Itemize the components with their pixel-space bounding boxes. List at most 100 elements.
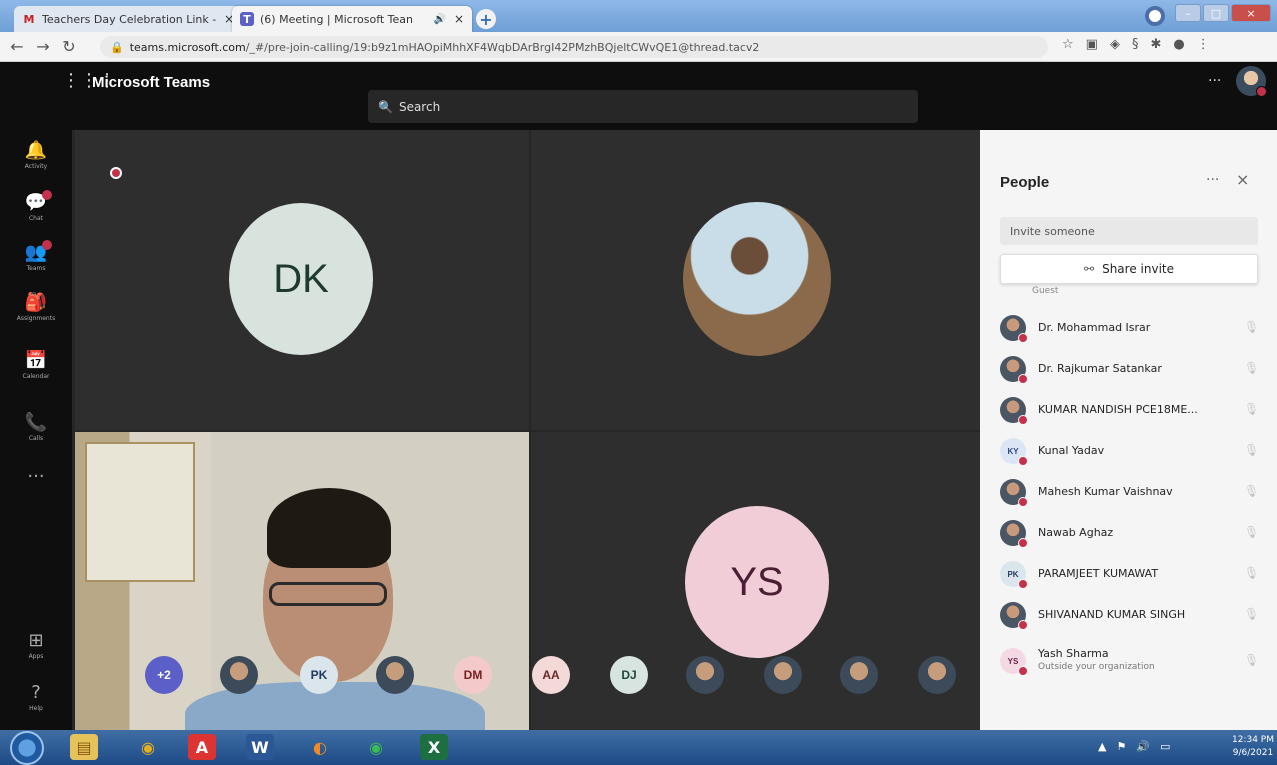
participant-avatar[interactable]	[840, 656, 878, 694]
notification-badge	[42, 190, 52, 200]
new-tab-button[interactable]: +	[476, 9, 496, 29]
calendar-icon: 📅	[24, 350, 48, 371]
panel-more-button[interactable]: ···	[1206, 172, 1219, 188]
avatar	[1000, 479, 1028, 507]
rail-item[interactable]: 📅 Calendar	[0, 350, 72, 380]
taskbar-clock[interactable]: 12:34 PM 9/6/2021	[1232, 734, 1274, 760]
volume-icon[interactable]: 🔊	[1136, 740, 1150, 753]
chrome-icon[interactable]: ◉	[362, 734, 390, 760]
screen: M Teachers Day Celebration Link - | × T …	[0, 0, 1277, 765]
participant-avatar[interactable]: AA	[532, 656, 570, 694]
extension-icon[interactable]: §	[1132, 37, 1139, 52]
participant-photo-avatar	[683, 202, 831, 356]
mic-muted-icon[interactable]: 🎙	[1244, 484, 1259, 498]
url-input[interactable]: 🔒 teams.microsoft.com /_#/pre-join-calli…	[100, 36, 1048, 58]
mic-muted-icon[interactable]: 🎙	[1244, 607, 1259, 621]
list-item[interactable]: KY Kunal Yadav 🎙	[980, 430, 1277, 470]
explorer-icon[interactable]: ▤	[70, 734, 98, 760]
flag-icon[interactable]: ⚑	[1116, 740, 1126, 753]
tab-gmail[interactable]: M Teachers Day Celebration Link - | ×	[14, 6, 242, 32]
participant-name: Kunal Yadav	[1038, 444, 1105, 457]
minimize-button[interactable]: –	[1175, 4, 1201, 22]
avatar[interactable]: ●	[1173, 37, 1184, 52]
forward-icon[interactable]: →	[30, 37, 56, 56]
network-icon[interactable]: ▭	[1160, 740, 1170, 753]
rail-item[interactable]: 📞 Calls	[0, 412, 72, 442]
back-icon[interactable]: ←	[4, 37, 30, 56]
firefox-icon[interactable]: ◐	[306, 734, 334, 760]
rail-item[interactable]: 🔔 Activity	[0, 140, 72, 170]
speaker-icon[interactable]: 🔊	[433, 14, 445, 25]
invite-input[interactable]: Invite someone	[1000, 217, 1258, 245]
list-item[interactable]: Dr. Mohammad Israr 🎙	[980, 307, 1277, 347]
search-input[interactable]: 🔍 Search	[368, 90, 918, 123]
rail-item[interactable]: 💬 Chat	[0, 190, 72, 222]
extension-icon[interactable]: ◈	[1110, 37, 1120, 52]
extension-icon[interactable]: ▣	[1086, 37, 1098, 52]
participant-avatar[interactable]	[764, 656, 802, 694]
mic-muted-icon[interactable]: 🎙	[1244, 361, 1259, 375]
panel-close-button[interactable]: ×	[1236, 170, 1249, 189]
rail-item[interactable]: 🎒 Assignments	[0, 292, 72, 322]
participant-avatar[interactable]	[918, 656, 956, 694]
header-more-button[interactable]: ···	[1208, 73, 1221, 89]
list-item[interactable]: Nawab Aghaz 🎙	[980, 512, 1277, 552]
participant-avatar[interactable]: PK	[300, 656, 338, 694]
avatar[interactable]	[1236, 66, 1267, 97]
list-item[interactable]: KUMAR NANDISH PCE18ME... 🎙	[980, 389, 1277, 429]
share-invite-button[interactable]: ⚯ Share invite	[1000, 254, 1258, 284]
maximize-button[interactable]: □	[1203, 4, 1229, 22]
pdf-icon[interactable]: A	[188, 734, 216, 760]
video-tile-photo[interactable]	[531, 130, 980, 430]
rail-item[interactable]: ···	[0, 466, 72, 489]
mic-muted-icon[interactable]: 🎙	[1244, 402, 1259, 416]
more-participants-button[interactable]: +2	[145, 656, 183, 694]
invite-placeholder: Invite someone	[1010, 224, 1095, 238]
teams-icon: T	[240, 12, 254, 26]
tab-teams-meeting[interactable]: T (6) Meeting | Microsoft Tean 🔊 ×	[232, 6, 472, 32]
rail-item[interactable]: ⊞ Apps	[0, 630, 72, 660]
window-close-button[interactable]: ×	[1231, 4, 1271, 22]
word-icon[interactable]: W	[246, 734, 274, 760]
list-item[interactable]: PK PARAMJEET KUMAWAT 🎙	[980, 553, 1277, 593]
rail-item[interactable]: ? Help	[0, 682, 72, 712]
mic-muted-icon[interactable]: 🎙	[1244, 566, 1259, 580]
participant-avatar[interactable]: DJ	[610, 656, 648, 694]
rail-item-label: Assignments	[16, 315, 56, 322]
rail-item[interactable]: 👥 Teams	[0, 240, 72, 272]
teams-icon: 👥	[24, 242, 48, 263]
puzzle-icon[interactable]: ✱	[1150, 37, 1161, 52]
browser-profile-icon[interactable]	[1145, 6, 1165, 26]
start-button[interactable]	[10, 731, 44, 765]
list-item[interactable]: SHIVANAND KUMAR SINGH 🎙	[980, 594, 1277, 634]
reload-icon[interactable]: ↻	[56, 37, 82, 56]
video-tile-dk[interactable]: DK	[75, 130, 529, 430]
list-item[interactable]: YS Yash Sharma Outside your organization 🎙	[980, 640, 1277, 680]
participant-avatar[interactable]: DM	[454, 656, 492, 694]
participant-avatar[interactable]	[376, 656, 414, 694]
bookmark-star-icon[interactable]: ☆	[1062, 37, 1074, 52]
bell-icon: 🔔	[24, 140, 48, 161]
mic-muted-icon[interactable]: 🎙	[1244, 525, 1259, 539]
browser-menu-icon[interactable]: ⋮	[1197, 37, 1210, 52]
participant-name: PARAMJEET KUMAWAT	[1038, 567, 1159, 580]
video-stage: DK YS	[72, 130, 980, 732]
list-item[interactable]: Mahesh Kumar Vaishnav 🎙	[980, 471, 1277, 511]
tray-chevron-icon[interactable]: ▲	[1098, 740, 1106, 753]
participant-name: Mahesh Kumar Vaishnav	[1038, 485, 1173, 498]
chrome-icon[interactable]: ◉	[134, 734, 162, 760]
url-path: /_#/pre-join-calling/19:b9z1mHAOpiMhhXF4…	[245, 40, 760, 54]
clock-date: 9/6/2021	[1232, 748, 1274, 758]
rail-item-label: Help	[29, 705, 43, 712]
participant-avatar[interactable]	[686, 656, 724, 694]
mic-muted-icon[interactable]: 🎙	[1244, 320, 1259, 334]
extension-icons: ☆ ▣ ◈ § ✱ ● ⋮	[1062, 37, 1210, 52]
mic-muted-icon[interactable]: 🎙	[1244, 443, 1259, 457]
list-item[interactable]: Dr. Rajkumar Satankar 🎙	[980, 348, 1277, 388]
chat-icon: 💬	[24, 192, 48, 213]
excel-icon[interactable]: X	[420, 734, 448, 760]
tab-close-icon[interactable]: ×	[454, 12, 464, 26]
mic-muted-icon[interactable]: 🎙	[1244, 653, 1259, 667]
participant-name: KUMAR NANDISH PCE18ME...	[1038, 403, 1198, 416]
participant-avatar[interactable]	[220, 656, 258, 694]
